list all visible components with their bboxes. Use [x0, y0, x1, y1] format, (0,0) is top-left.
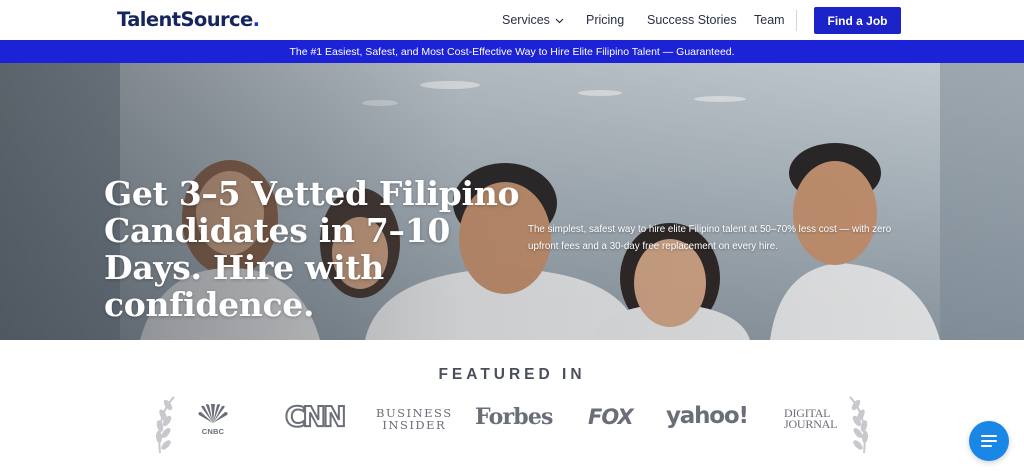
- business-insider-logo: BUSINESS INSIDER: [376, 407, 453, 431]
- nav-item-pricing[interactable]: Pricing: [586, 0, 624, 40]
- cnn-logo: CNN: [284, 399, 347, 434]
- brand-logo-text: TalentSource: [117, 8, 253, 31]
- brand-logo-dot: .: [252, 8, 260, 31]
- nav-divider: [796, 10, 797, 31]
- hero-title: Get 3–5 Vetted Filipino Candidates in 7–…: [104, 174, 520, 324]
- brand-logo[interactable]: TalentSource.: [117, 8, 260, 31]
- digital-journal-logo: DIGITAL JOURNAL: [784, 407, 838, 431]
- site-header: TalentSource. Services Pricing Success S…: [0, 0, 1024, 40]
- find-a-job-button[interactable]: Find a Job: [814, 7, 901, 34]
- forbes-logo: Forbes: [475, 404, 553, 430]
- cnbc-logo: CNBC: [193, 403, 233, 436]
- yahoo-logo: yahoo!: [666, 403, 749, 429]
- hero-section: Get 3–5 Vetted Filipino Candidates in 7–…: [0, 63, 1024, 340]
- chat-menu-button[interactable]: [969, 421, 1009, 461]
- announcement-text: The #1 Easiest, Safest, and Most Cost-Ef…: [289, 45, 735, 58]
- nav-item-services[interactable]: Services: [502, 0, 564, 40]
- cnbc-logo-text: CNBC: [201, 427, 225, 436]
- peacock-icon: [198, 403, 228, 423]
- chat-menu-icon: [981, 435, 997, 447]
- nav-pricing-label: Pricing: [586, 13, 625, 27]
- nav-success-stories-label: Success Stories: [647, 13, 737, 27]
- business-insider-line2: INSIDER: [382, 418, 447, 432]
- chevron-down-icon: [555, 11, 564, 29]
- nav-team-label: Team: [754, 13, 785, 27]
- nav-item-team[interactable]: Team: [754, 0, 785, 40]
- nav-services-label: Services: [502, 13, 550, 27]
- fox-logo: FOX: [588, 405, 634, 429]
- featured-in-heading: FEATURED IN: [438, 366, 586, 383]
- hero-subtitle: The simplest, safest way to hire elite F…: [528, 224, 892, 252]
- nav-item-success-stories[interactable]: Success Stories: [647, 0, 737, 40]
- announcement-banner: The #1 Easiest, Safest, and Most Cost-Ef…: [0, 40, 1024, 63]
- digital-journal-line2: JOURNAL: [784, 417, 838, 431]
